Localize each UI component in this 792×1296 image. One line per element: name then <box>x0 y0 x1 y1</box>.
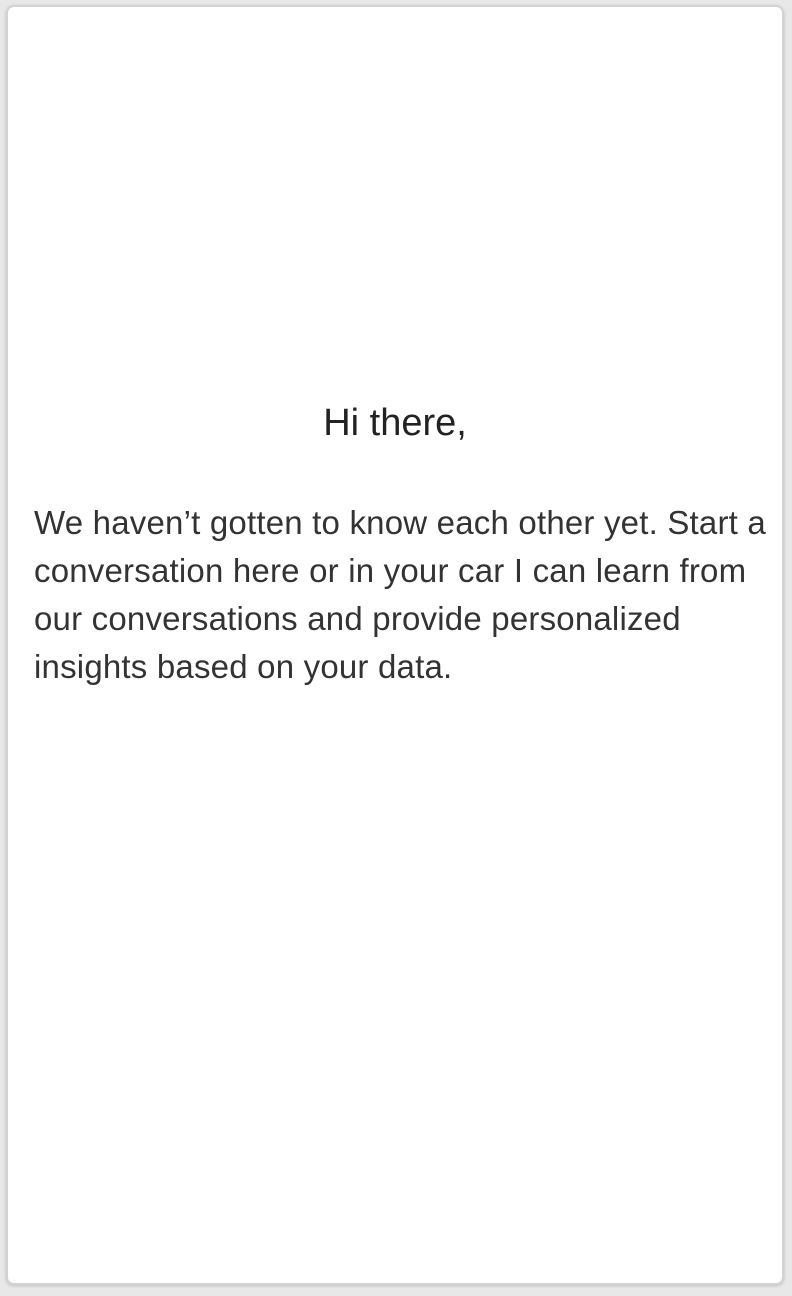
empty-state-card: Hi there, We haven’t gotten to know each… <box>6 5 784 1285</box>
greeting-title: Hi there, <box>323 402 467 444</box>
intro-message: We haven’t gotten to know each other yet… <box>34 504 766 685</box>
